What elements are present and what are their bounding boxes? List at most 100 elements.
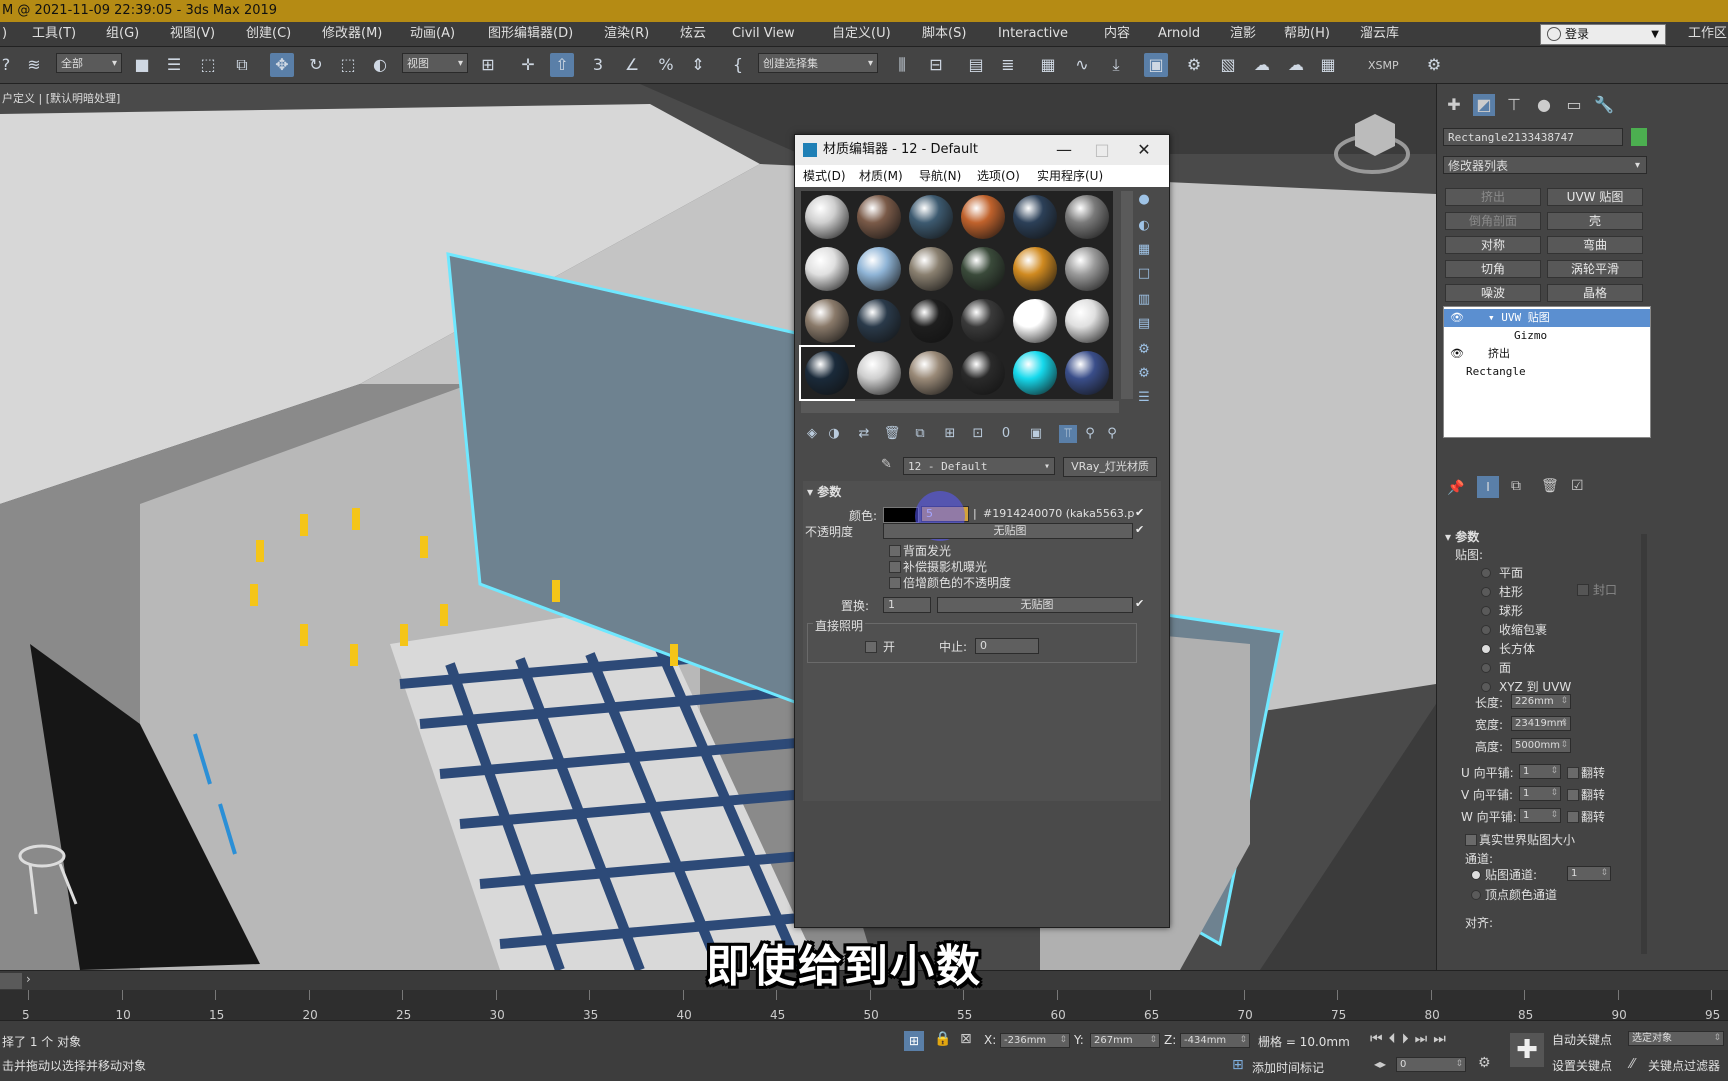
menu-item-group[interactable]: 组(G) [106,22,139,46]
displace-spinner[interactable]: 1 [883,597,931,613]
modifier-button[interactable]: 倒角剖面 [1445,212,1541,230]
utilities-tab-icon[interactable]: 🔧 [1593,94,1615,116]
sample-slot[interactable] [1061,347,1113,399]
eye-icon[interactable]: 👁 [1450,309,1464,327]
place-icon[interactable]: ◐ [368,53,392,77]
lock-icon[interactable]: 🔒 [934,1031,951,1047]
spinner-snap-icon[interactable]: ⇕ [686,53,710,77]
material-navigator-icon[interactable]: ☰ [1135,389,1153,407]
menu-item-render-shadow[interactable]: 渲影 [1230,22,1256,46]
select-scale-icon[interactable]: ⬚ [336,53,360,77]
command-panel-scrollbar[interactable] [1641,534,1647,954]
link-icon[interactable]: ≋ [22,53,46,77]
curve-editor-icon[interactable]: ∿ [1070,53,1094,77]
menu-material[interactable]: 材质(M) [859,165,903,187]
menu-item-civil-view[interactable]: Civil View [732,22,795,46]
eyedropper-icon[interactable]: ✎ [881,457,892,472]
stack-item[interactable]: 👁 ▾ UVW 贴图 [1444,309,1650,327]
sample-slot[interactable] [801,295,853,347]
color-map-button[interactable]: #1914240070 (kaka5563.p [983,507,1134,520]
modifier-button[interactable]: 弯曲 [1547,236,1643,254]
go-to-parent-icon[interactable]: ⚲ [1081,425,1099,443]
make-copy-icon[interactable]: ⧉ [911,425,929,443]
modifier-button[interactable]: 噪波 [1445,284,1541,302]
key-filter-icon[interactable]: ⁄⁄ [1630,1057,1634,1072]
sample-slot[interactable] [905,191,957,243]
edit-named-sets-icon[interactable]: { [726,53,750,77]
manipulate-icon[interactable]: ✛ [516,53,540,77]
menu-item-start[interactable]: ) [2,22,7,46]
sample-slot[interactable] [1061,243,1113,295]
pivot-icon[interactable]: ⊞ [476,53,500,77]
mapping-radio[interactable] [1481,625,1491,635]
direct-on-checkbox[interactable] [865,641,877,653]
sample-scrollbar[interactable] [1121,191,1133,399]
menu-item-xuanyun[interactable]: 炫云 [680,22,706,46]
vertex-channel-radio[interactable] [1471,890,1481,900]
uv-tiling-icon[interactable]: □ [1135,265,1153,283]
menu-item-animation[interactable]: 动画(A) [410,22,455,46]
z-coord-field[interactable]: -434mm [1180,1033,1250,1048]
x-coord-field[interactable]: -236mm [1000,1033,1070,1048]
key-filters-button[interactable]: 关键点过滤器 [1648,1057,1720,1074]
modifier-button[interactable]: 晶格 [1547,284,1643,302]
stack-item[interactable]: Gizmo [1444,327,1650,345]
backlight-icon[interactable]: ◐ [1135,217,1153,235]
maximize-button[interactable]: □ [1087,135,1117,165]
sample-slot[interactable] [853,243,905,295]
keyboard-shortcut-icon[interactable]: ⇧ [550,53,574,77]
material-id-icon[interactable]: 0 [997,425,1015,443]
sample-slot[interactable] [957,295,1009,347]
sample-slot[interactable] [801,191,853,243]
sample-slot[interactable] [799,345,855,401]
u-flip-checkbox[interactable] [1567,767,1579,779]
hierarchy-tab-icon[interactable]: ⊤ [1503,94,1525,116]
delete-icon[interactable]: 🗑 [883,425,901,443]
back-emit-checkbox[interactable] [889,545,901,557]
window-crossing-icon[interactable]: ⧉ [230,53,254,77]
named-selection-set-dropdown[interactable]: 创建选择集 [758,53,878,74]
map-channel-radio[interactable] [1471,870,1481,880]
make-preview-icon[interactable]: ▤ [1135,315,1153,333]
select-rotate-icon[interactable]: ↻ [304,53,328,77]
modify-tab-icon[interactable]: ◩ [1473,94,1495,116]
sample-type-icon[interactable]: ● [1135,191,1153,209]
sample-slot[interactable] [905,243,957,295]
modifier-button[interactable]: UVW 贴图 [1547,188,1643,206]
render-setup-icon[interactable]: ⚙ [1182,53,1206,77]
modifier-list-dropdown[interactable]: 修改器列表 [1443,156,1647,175]
menu-navigation[interactable]: 导航(N) [919,165,961,187]
map-channel-spinner[interactable]: 1 [1567,866,1611,881]
sample-slot[interactable] [1009,295,1061,347]
menu-options[interactable]: 选项(O) [977,165,1020,187]
menu-item-rendering[interactable]: 渲染(R) [604,22,649,46]
render-iterative-icon[interactable]: ☁ [1284,53,1308,77]
go-forward-sibling-icon[interactable]: ⚲ [1103,425,1121,443]
mapping-radio[interactable] [1481,568,1491,578]
make-unique-icon[interactable]: ⧉ [1511,478,1521,494]
playback-controls[interactable]: ⏮⏴⏵⏭⏭ [1370,1031,1452,1047]
set-key-big-icon[interactable]: ✚ [1510,1033,1544,1067]
key-mode-icon[interactable]: ◂▸ [1374,1057,1386,1071]
menu-item-tools[interactable]: 工具(T) [32,22,76,46]
material-name-dropdown[interactable]: 12 - Default [903,457,1055,476]
background-icon[interactable]: ▦ [1135,241,1153,259]
snap-toggle-icon[interactable]: 3 [586,53,610,77]
opacity-map-check[interactable]: ✔ [1135,523,1144,536]
mapping-radio[interactable] [1481,644,1491,654]
menu-item-graph-editors[interactable]: 图形编辑器(D) [488,22,573,46]
select-by-name-icon[interactable]: ☰ [162,53,186,77]
sample-slot[interactable] [1009,191,1061,243]
display-tab-icon[interactable]: ▭ [1563,94,1585,116]
mult-opacity-checkbox[interactable] [889,577,901,589]
height-spinner[interactable]: 5000mm [1511,738,1571,753]
sample-slot[interactable] [905,347,957,399]
absolute-mode-icon[interactable]: ⊠ [960,1031,972,1047]
selection-lock-icon[interactable]: ⊞ [904,1031,924,1051]
settings-gear-icon[interactable]: ⚙ [1422,53,1446,77]
select-by-material-icon[interactable]: ⚙ [1135,365,1153,383]
time-tag-icon[interactable]: ⊞ [1232,1057,1244,1073]
sample-slot[interactable] [853,347,905,399]
xsmp-label[interactable]: XSMP [1368,59,1399,72]
color-swatch[interactable] [883,507,919,523]
